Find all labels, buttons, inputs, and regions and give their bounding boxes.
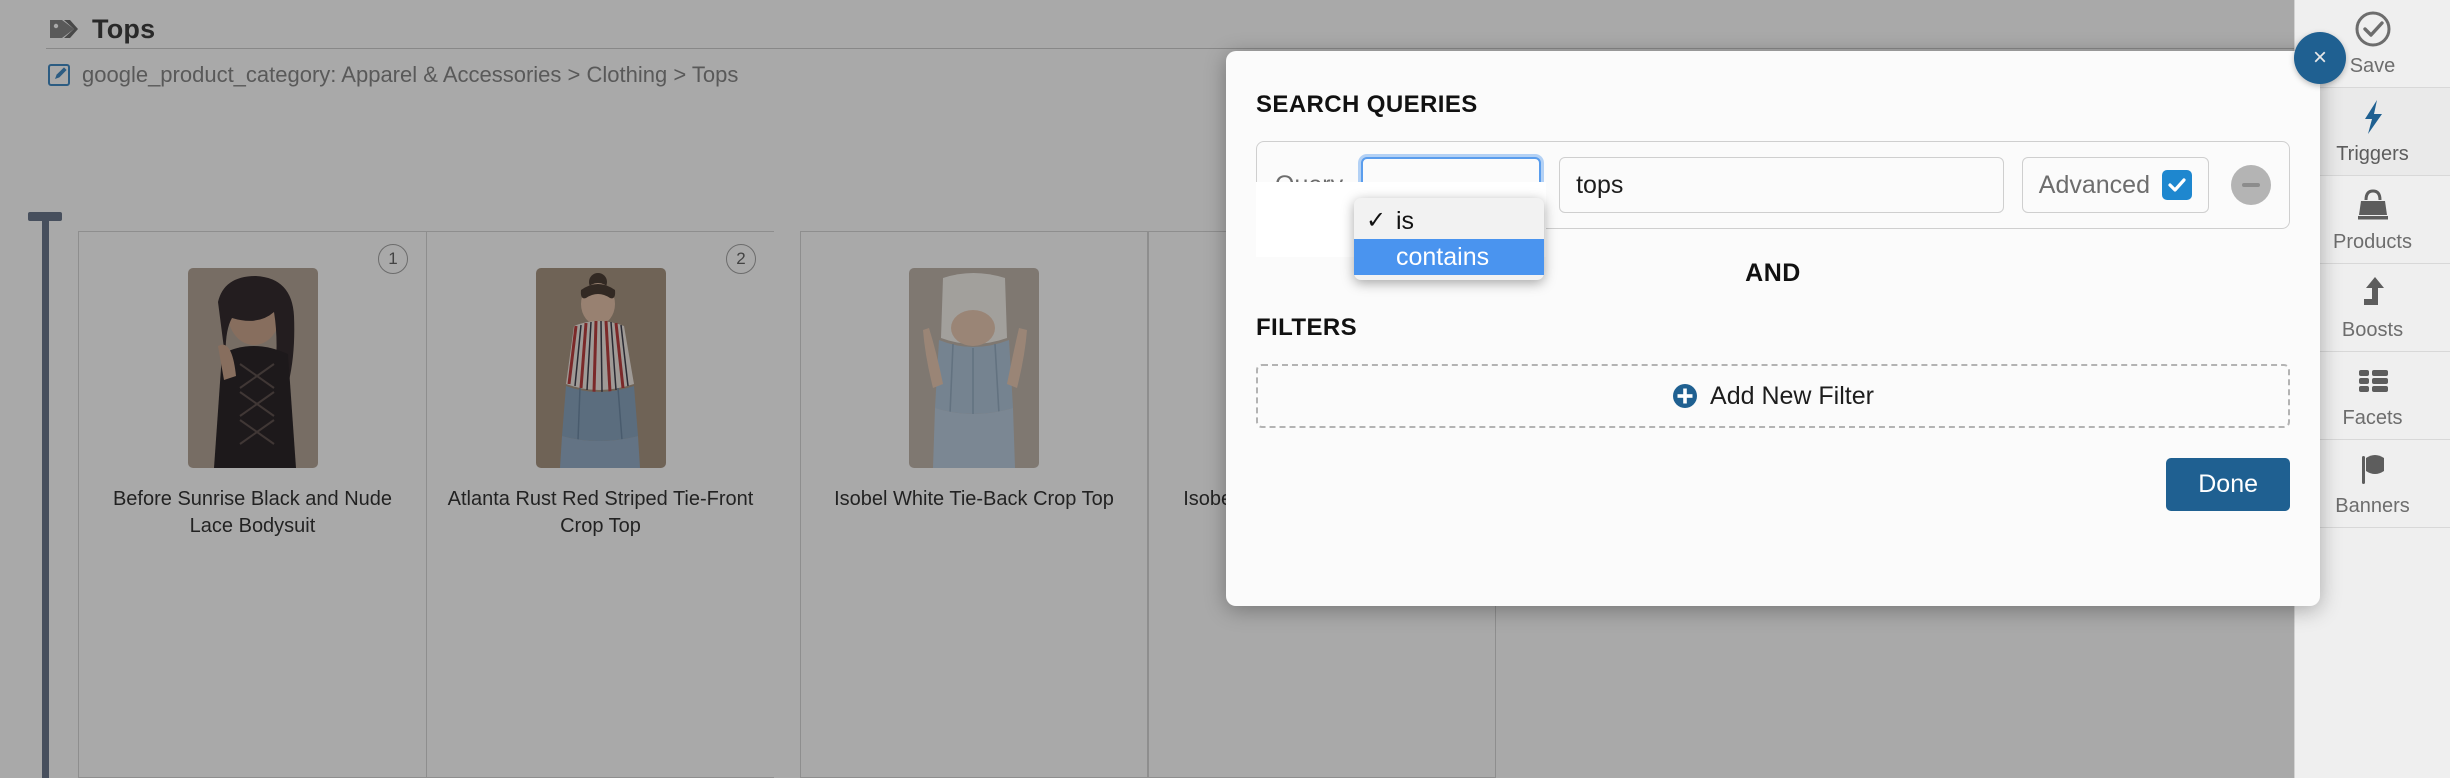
operator-dropdown-popup[interactable]: ✓ is ✓ contains — [1354, 198, 1544, 280]
vertical-rank-handle[interactable] — [28, 212, 62, 778]
close-icon[interactable]: × — [2294, 32, 2346, 84]
breadcrumb-text: google_product_category: Apparel & Acces… — [82, 62, 739, 87]
header-divider — [46, 48, 2294, 49]
product-name: Atlanta Rust Red Striped Tie-Front Crop … — [447, 488, 754, 537]
add-new-filter-label: Add New Filter — [1710, 381, 1874, 410]
product-card[interactable]: 1 Before Sunrise Black and Nude Lace Bod… — [78, 231, 426, 778]
page-title: Tops — [92, 13, 156, 44]
list-icon — [2353, 361, 2393, 401]
sidebar-item-label: Triggers — [2336, 143, 2409, 165]
product-thumbnail — [535, 268, 666, 468]
product-rank-badge: 2 — [726, 244, 756, 274]
advanced-label: Advanced — [2038, 170, 2150, 199]
product-card[interactable]: Isobel White Tie-Back Crop Top — [800, 231, 1148, 778]
minus-circle-icon[interactable] — [2231, 165, 2271, 205]
check-circle-icon — [2353, 9, 2393, 49]
shopping-bag-icon — [2353, 185, 2393, 225]
product-name: Before Sunrise Black and Nude Lace Bodys… — [112, 488, 393, 537]
product-thumbnail — [187, 268, 318, 468]
dropdown-option-is[interactable]: ✓ is — [1354, 203, 1544, 239]
modal-footer: Done — [1256, 458, 2290, 511]
boost-arrow-icon — [2353, 273, 2393, 313]
query-value-input[interactable] — [1559, 157, 2004, 213]
dropdown-option-label: contains — [1396, 242, 1490, 271]
sidebar-item-label: Banners — [2335, 495, 2410, 517]
product-thumbnail — [909, 268, 1039, 468]
checkmark-icon-placeholder: ✓ — [1366, 245, 1384, 269]
plus-circle-icon — [1672, 383, 1698, 409]
add-new-filter-button[interactable]: Add New Filter — [1256, 364, 2290, 428]
filters-heading: FILTERS — [1256, 314, 1358, 341]
search-query-modal: × SEARCH QUERIES Query Advanced AND FILT… — [1226, 32, 2346, 606]
checkmark-icon: ✓ — [1366, 207, 1387, 234]
tag-icon — [48, 16, 78, 42]
flag-icon — [2353, 449, 2393, 489]
product-card[interactable]: 2 Atlanta Rust Red Striped Tie-Front Cro… — [426, 231, 774, 778]
rank-handle-stem — [42, 219, 49, 778]
done-button[interactable]: Done — [2166, 458, 2290, 511]
sidebar-item-label: Boosts — [2341, 319, 2404, 341]
sidebar-item-label: Products — [2333, 231, 2412, 253]
sidebar-item-label: Facets — [2342, 407, 2403, 429]
product-name: Isobel White Tie-Back Crop Top — [834, 488, 1114, 510]
search-queries-heading: SEARCH QUERIES — [1256, 91, 1478, 118]
lightning-bolt-icon — [2353, 97, 2393, 137]
sidebar-item-label: Save — [2349, 55, 2396, 77]
advanced-checkbox[interactable] — [2162, 170, 2192, 200]
dropdown-option-label: is — [1396, 206, 1415, 235]
dropdown-option-contains[interactable]: ✓ contains — [1354, 239, 1544, 275]
edit-pencil-icon[interactable] — [48, 64, 70, 86]
advanced-toggle[interactable]: Advanced — [2021, 157, 2209, 213]
product-rank-badge: 1 — [378, 244, 408, 274]
title-row: Tops — [48, 0, 2294, 50]
